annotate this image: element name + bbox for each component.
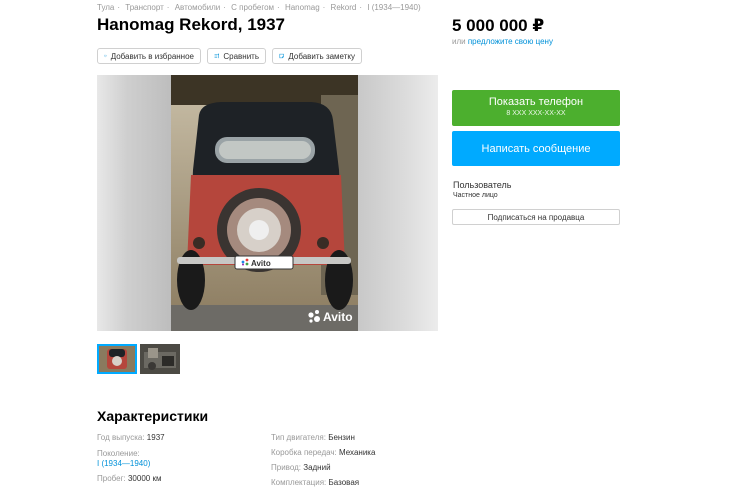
gallery-blur-right bbox=[358, 75, 438, 331]
write-message-button[interactable]: Написать сообщение bbox=[452, 131, 620, 166]
spec-row: Пробег: 30000 км bbox=[97, 474, 161, 483]
characteristics-heading: Характеристики bbox=[97, 408, 209, 424]
breadcrumb-item[interactable]: Автомобили bbox=[175, 3, 221, 12]
add-to-favorites-button[interactable]: Добавить в избранное bbox=[97, 48, 201, 64]
breadcrumb-item[interactable]: Тула bbox=[97, 3, 114, 12]
spec-value: Механика bbox=[339, 448, 376, 457]
breadcrumb-item[interactable]: Транспорт bbox=[125, 3, 163, 12]
thumbnail-2[interactable] bbox=[140, 344, 180, 374]
show-phone-button[interactable]: Показать телефон 8 XXX XXX-XX-XX bbox=[452, 90, 620, 126]
masked-phone: 8 XXX XXX-XX-XX bbox=[506, 110, 566, 117]
spec-label: Привод: bbox=[271, 463, 301, 472]
spec-label: Тип двигателя: bbox=[271, 433, 326, 442]
spec-label: Год выпуска: bbox=[97, 433, 145, 442]
thumbnail-1[interactable] bbox=[97, 344, 137, 374]
spec-label: Коробка передач: bbox=[271, 448, 337, 457]
watermark-text: Avito bbox=[323, 310, 353, 324]
spec-row: Тип двигателя: Бензин bbox=[271, 433, 355, 442]
gallery-blur-left bbox=[97, 75, 171, 331]
plate-text: Avito bbox=[251, 259, 271, 268]
spec-row: Год выпуска: 1937 bbox=[97, 433, 165, 442]
seller-name[interactable]: Пользователь bbox=[453, 180, 511, 190]
spec-row: Комплектация: Базовая bbox=[271, 478, 359, 487]
seller-type: Частное лицо bbox=[453, 192, 498, 199]
note-label: Добавить заметку bbox=[288, 51, 355, 61]
spec-row: Привод: Задний bbox=[271, 463, 331, 472]
spec-row-value[interactable]: I (1934—1940) bbox=[97, 459, 150, 468]
spec-value: Базовая bbox=[328, 478, 360, 487]
breadcrumb: Тула · Транспорт · Автомобили · С пробегом ·… bbox=[97, 3, 421, 12]
breadcrumb-item[interactable]: С пробегом bbox=[231, 3, 274, 12]
subscribe-seller-button[interactable]: Подписаться на продавца bbox=[452, 209, 620, 225]
generation-link[interactable]: I (1934—1940) bbox=[97, 459, 150, 468]
page-title: Hanomag Rekord, 1937 bbox=[97, 15, 286, 34]
car-photo[interactable]: Avito Avito bbox=[171, 75, 358, 331]
spec-label: Комплектация: bbox=[271, 478, 327, 487]
compare-label: Сравнить bbox=[223, 51, 259, 61]
spec-value: Задний bbox=[303, 463, 331, 472]
favorites-label: Добавить в избранное bbox=[110, 51, 194, 61]
spec-row: Коробка передач: Механика bbox=[271, 448, 375, 457]
compare-icon bbox=[214, 53, 220, 59]
spec-value: 1937 bbox=[146, 433, 165, 442]
spec-value: 30000 км bbox=[127, 474, 162, 483]
price: 5 000 000 ₽ bbox=[452, 16, 545, 35]
spec-row: Поколение: bbox=[97, 449, 140, 458]
breadcrumb-item[interactable]: Hanomag bbox=[285, 3, 320, 12]
compare-button[interactable]: Сравнить bbox=[207, 48, 266, 64]
breadcrumb-item[interactable]: I (1934—1940) bbox=[367, 3, 420, 12]
show-phone-label: Показать телефон bbox=[488, 96, 584, 108]
offer-price-link[interactable]: предложите свою цену bbox=[468, 37, 553, 46]
spec-label: Поколение: bbox=[97, 449, 140, 458]
note-icon bbox=[279, 53, 284, 59]
price-or-text: или bbox=[452, 37, 466, 46]
breadcrumb-item[interactable]: Rekord bbox=[331, 3, 357, 12]
heart-icon bbox=[104, 54, 107, 58]
photo-gallery[interactable]: Avito Avito bbox=[97, 75, 438, 331]
add-note-button[interactable]: Добавить заметку bbox=[272, 48, 362, 64]
spec-label: Пробег: bbox=[97, 474, 126, 483]
spec-value: Бензин bbox=[328, 433, 355, 442]
price-offer: или предложите свою цену bbox=[452, 37, 553, 46]
